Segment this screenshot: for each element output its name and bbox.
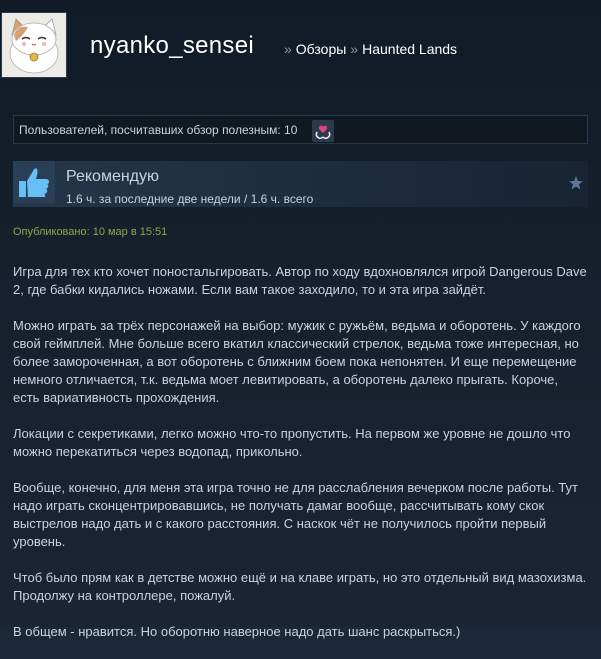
thumbs-up-icon [13, 161, 55, 203]
review-paragraph: Чтоб было прям как в детстве можно ещё и… [13, 570, 587, 603]
playtime-hours: 1.6 ч. за последние две недели / 1.6 ч. … [66, 192, 314, 206]
breadcrumb-separator: » [350, 41, 359, 57]
review-paragraph: В общем - нравится. Но оборотню наверное… [13, 624, 461, 639]
breadcrumb-reviews-link[interactable]: Обзоры [296, 41, 347, 57]
award-button[interactable] [312, 120, 334, 142]
review-paragraph: Игра для тех кто хочет поностальгировать… [13, 264, 587, 297]
user-avatar[interactable] [1, 12, 67, 78]
breadcrumb-separator: » [284, 41, 292, 57]
review-page: nyanko_sensei » Обзоры» Haunted Lands Поль… [0, 0, 601, 639]
review-body: Игра для тех кто хочет поностальгировать… [13, 263, 588, 659]
cat-avatar-icon [2, 13, 66, 77]
user-name[interactable]: nyanko_sensei [90, 32, 254, 60]
review-header: nyanko_sensei » Обзоры» Haunted Lands [0, 0, 601, 92]
review-paragraph: Можно играть за трёх персонажей на выбор… [13, 318, 581, 405]
breadcrumb-game-link[interactable]: Haunted Lands [362, 41, 457, 57]
helpful-count-text: Пользователей, посчитавших обзор полезны… [19, 123, 298, 137]
breadcrumb: » Обзоры» Haunted Lands [280, 41, 457, 57]
award-icon [315, 125, 331, 140]
recommendation-header: Рекомендую 1.6 ч. за последние две недел… [13, 161, 588, 207]
star-icon [569, 176, 583, 190]
posted-date: Опубликовано: 10 мар в 15:51 [13, 226, 168, 238]
review-paragraph: Локации с секретиками, легко можно что-т… [13, 426, 571, 459]
recommendation-title: Рекомендую [66, 168, 160, 185]
favorite-button[interactable] [568, 175, 584, 191]
review-paragraph: Вообще, конечно, для меня эта игра точно… [13, 480, 578, 549]
thumb-container [13, 161, 55, 203]
helpful-bar: Пользователей, посчитавших обзор полезны… [13, 115, 588, 144]
